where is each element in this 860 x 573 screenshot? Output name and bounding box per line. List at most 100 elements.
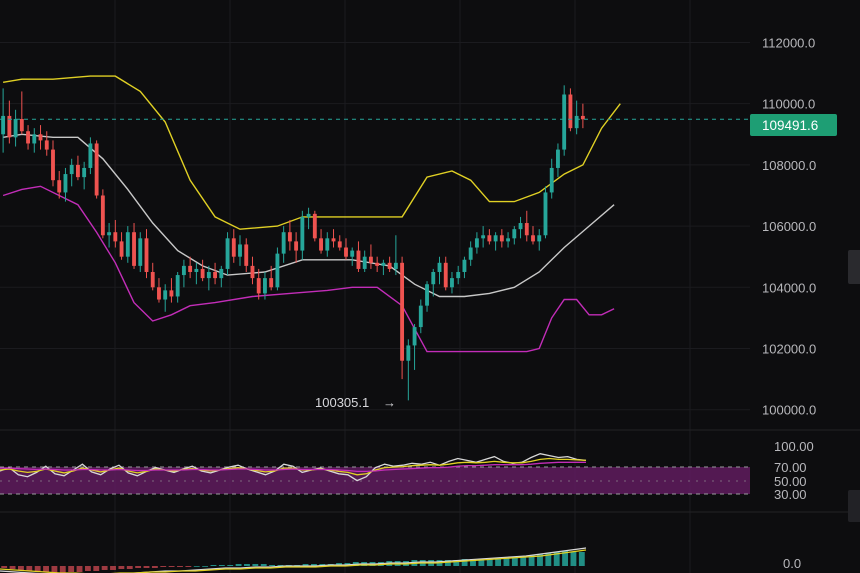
macd-histogram-bar [218,565,225,566]
candle-body [44,140,49,150]
scroll-handle-bottom[interactable] [848,490,860,522]
candle-body [51,149,55,181]
candle-body [499,235,504,242]
candle-body [368,256,373,263]
candle-body [231,238,236,257]
candle-body [443,262,448,288]
candle[interactable] [100,189,105,239]
candle-body [337,241,342,248]
candle-body [294,241,299,251]
candle-body [450,278,454,288]
macd-histogram-bar [17,566,24,570]
candle-body [256,278,261,294]
candle-body [400,262,405,361]
candle-body [549,167,554,193]
candle-body [238,244,242,257]
macd-histogram-bar [9,566,16,569]
low-price-arrow: → [383,395,396,410]
candle-body [26,131,30,144]
candle-body [531,235,535,242]
candle[interactable] [312,210,317,242]
candle[interactable] [225,232,230,276]
candle-body [406,345,411,361]
candle-body [356,250,361,269]
macd-histogram-bar [210,565,217,566]
candle[interactable] [568,88,573,132]
candle-body [306,213,311,217]
macd-histogram-bar [185,566,192,567]
candle-body [325,238,330,251]
macd-histogram-bar [193,566,200,567]
candle-body [344,247,348,257]
candle-body [13,118,18,138]
trading-chart[interactable]: 112000.0 110000.0 108000.0 106000.0 104000.0… [0,0,860,573]
candle-body [381,262,386,266]
candle-body [163,290,168,300]
candle-body [468,247,473,260]
candle-body [456,271,461,279]
candle-body [512,229,517,239]
macd-histogram-bar [68,566,75,572]
candle-body [144,238,149,272]
candle-body [281,232,286,254]
candle-body [206,271,211,279]
candle-body [481,235,486,239]
candle-body [57,180,62,193]
candle-body [113,232,118,242]
macd-histogram-bar [59,566,66,573]
candle-body [19,118,24,132]
macd-histogram-bar [578,552,585,566]
candle-body [250,265,255,279]
candle-body [181,265,186,276]
macd-histogram-bar [1,566,8,568]
macd-histogram-bar [202,566,209,567]
scroll-handle-top[interactable] [848,250,860,284]
candle[interactable] [562,85,567,156]
macd-histogram-bar [43,566,49,572]
candle-body [88,143,93,168]
candle-body [32,134,37,144]
candle-body [375,262,380,266]
candle-body [506,238,511,242]
candle[interactable] [543,186,548,239]
candle-body [487,235,492,242]
candle-body [387,262,392,269]
price-tick-label-1: 110000.0 [762,97,815,112]
last-price-tag: 109491.6 [750,114,837,136]
candle-body [362,256,367,269]
macd-histogram-bar [110,566,116,570]
candle-body [107,232,112,236]
candle-body [493,235,498,242]
candle-body [263,278,267,294]
candle-body [200,268,205,279]
candle-body [562,94,567,150]
macd-histogram-bar [143,566,150,568]
candle-body [269,278,274,288]
price-tick-label-5: 102000.0 [762,341,816,356]
candle[interactable] [400,256,405,380]
price-tick-label-0: 112000.0 [762,35,815,50]
candle-body [175,275,180,297]
candle-body [69,164,74,175]
last-price-value: 109491.6 [762,118,818,133]
candle-body [574,115,579,129]
candle-body [75,164,80,178]
macd-histogram-bar [227,565,234,566]
candle[interactable] [275,247,280,291]
macd-histogram-bar [93,566,100,571]
macd-histogram-bar [151,566,158,568]
candle-body [100,195,105,236]
macd-histogram-bar [135,566,142,568]
candle-body [275,253,280,288]
candle-body [418,305,423,328]
candle-body [524,223,529,236]
price-tick-label-4: 104000.0 [762,280,816,295]
candle[interactable] [94,140,99,199]
candle-body [244,244,249,266]
candle-body [312,213,317,239]
candle-body [556,149,560,168]
candle-body [331,238,336,242]
macd-histogram-bar [177,566,183,567]
candle-body [94,143,99,196]
macd-histogram-bar [84,566,91,571]
